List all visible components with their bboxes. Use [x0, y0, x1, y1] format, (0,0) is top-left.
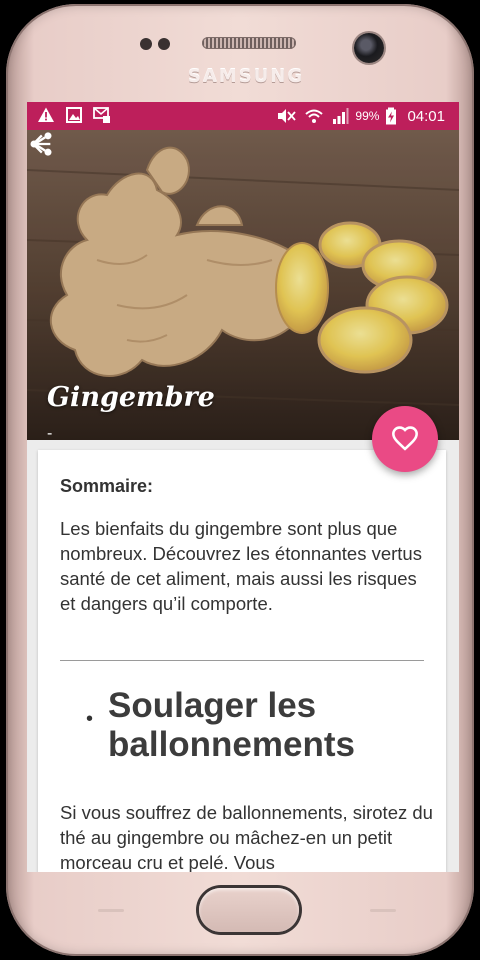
home-button[interactable]	[199, 888, 299, 932]
favorite-button[interactable]	[372, 406, 438, 472]
mute-icon	[278, 109, 297, 123]
sensor-dots	[140, 38, 170, 50]
front-camera	[354, 33, 384, 63]
page-subtitle: -	[47, 425, 53, 440]
earpiece-speaker	[202, 37, 296, 49]
signal-icon	[333, 108, 349, 124]
header-image: Gingembre -	[27, 130, 459, 440]
status-bar: 99% 04:01	[27, 102, 459, 130]
recent-apps-key[interactable]	[98, 909, 124, 912]
wifi-icon	[305, 109, 324, 123]
status-time: 04:01	[407, 107, 445, 125]
sms-icon	[93, 107, 110, 123]
app-screen: 99% 04:01 Gingembre - Sommaire: Les bien…	[27, 102, 459, 872]
warning-icon	[38, 107, 54, 122]
list-bullet: •	[86, 708, 94, 730]
image-icon	[66, 107, 82, 123]
share-icon[interactable]	[27, 130, 55, 158]
section-heading: Soulager les ballonnements	[108, 686, 355, 764]
section-text: Si vous souffrez de ballonnements, sirot…	[60, 802, 433, 872]
summary-label: Sommaire:	[60, 476, 154, 496]
battery-percentage: 99%	[355, 109, 380, 123]
brand-logo: SAMSUNG	[187, 66, 305, 87]
summary-text: Les bienfaits du gingembre sont plus que…	[60, 518, 422, 614]
back-key[interactable]	[370, 909, 396, 912]
battery-charging-icon	[386, 107, 397, 125]
heart-outline-icon	[392, 426, 418, 451]
page-title: Gingembre	[47, 382, 215, 413]
divider	[60, 660, 424, 661]
article-card: Sommaire: Les bienfaits du gingembre son…	[38, 450, 446, 872]
